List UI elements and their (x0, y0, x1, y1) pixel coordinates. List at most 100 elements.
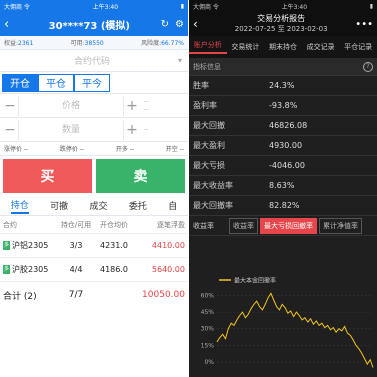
metric-row: 最大回撤率 82.82% (189, 196, 377, 216)
trading-panel: 大佣商 令 上午3:40 ▮ ‹ 30****73 (模拟) ↻ ⚙ 权益:23… (0, 0, 188, 377)
price-plus-button[interactable]: + (124, 98, 140, 114)
curve-return-button[interactable]: 收益率 (229, 217, 258, 234)
long-tag: 多 (3, 241, 10, 250)
qty-input[interactable]: 数量 (18, 119, 124, 140)
row-open-price: 4186.0 (100, 265, 128, 274)
account-title[interactable]: 30****73 (模拟) (18, 17, 161, 32)
metric-value: -93.8% (269, 101, 298, 110)
metric-value: 46826.08 (269, 121, 308, 130)
row-contract: 沪胶2305 (12, 265, 49, 274)
table-row[interactable]: 多沪铝2305 3/3 4231.0 4410.00 (0, 234, 188, 258)
tab-cancellable[interactable]: 可撤 (50, 199, 68, 212)
drawdown-series-line (216, 292, 374, 368)
status-bar: 大佣商 令 上午3:40 ▮ (0, 0, 188, 12)
back-icon[interactable]: ‹ (193, 17, 207, 31)
col-pnl: 逐笔浮盈 (157, 220, 185, 229)
metric-row: 最大亏损 -4046.00 (189, 156, 377, 176)
qty-side-info: -- (144, 125, 149, 133)
report-title-text: 交易分析报告 (257, 14, 306, 23)
col-position: 持仓/可用 (60, 220, 92, 229)
metric-key: 胜率 (193, 81, 209, 90)
y-tick-label: 45% (201, 309, 215, 316)
qty-minus-button[interactable]: − (2, 122, 18, 138)
tab-trade-stats[interactable]: 交易统计 (227, 42, 265, 52)
curve-selector: 收益率 收益率 最大亏损回撤率 累计净值率 (189, 216, 377, 236)
metric-value: 8.63% (269, 181, 295, 190)
col-open-price: 开仓均价 (100, 220, 128, 229)
total-pnl: 10050.00 (142, 290, 185, 300)
status-time: 上午3:40 (281, 3, 308, 11)
tab-close-records[interactable]: 平仓记录 (339, 42, 377, 52)
status-carrier: 大佣商 令 (193, 3, 219, 11)
open-short: 开空 -- (165, 146, 184, 153)
curve-drawdown-button[interactable]: 最大亏损回撤率 (260, 217, 317, 234)
contract-placeholder: 合约代码 (73, 57, 110, 67)
metric-value: 82.82% (269, 201, 300, 210)
refresh-icon[interactable]: ↻ (161, 19, 169, 30)
report-title: 交易分析报告 2022-07-25 至 2023-02-03 (207, 14, 355, 34)
available-info: 可用:38550 (70, 40, 104, 47)
equity-info: 权益:2361 (4, 40, 34, 47)
curve-net-value-button[interactable]: 累计净值率 (319, 217, 362, 234)
mode-close-today[interactable]: 平今 (74, 73, 110, 92)
chevron-down-icon[interactable]: ▾ (178, 56, 182, 65)
limit-up: 涨停价 -- (4, 146, 29, 153)
metric-row: 最大收益率 8.63% (189, 176, 377, 196)
long-tag: 多 (3, 265, 10, 274)
report-tabs: 账户分析 交易统计 期末持仓 成交记录 平仓记录 (189, 36, 377, 58)
position-tabs: 持仓 可撤 成交 委托 自 (0, 196, 188, 216)
tab-orders[interactable]: 委托 (129, 199, 147, 212)
back-icon[interactable]: ‹ (4, 17, 18, 32)
y-tick-label: 15% (201, 342, 215, 349)
total-position: 7/7 (68, 290, 84, 300)
drawdown-chart-svg: 最大本金回撤率 60% 45% 30% 15% 0% (201, 277, 374, 368)
status-time: 上午3:40 (92, 3, 119, 11)
col-contract: 合约 (3, 220, 17, 229)
settings-icon[interactable]: ⚙ (175, 19, 184, 30)
qty-stepper: − 数量 + -- (0, 118, 188, 142)
price-input[interactable]: 价格 (18, 95, 124, 116)
tab-account-analysis[interactable]: 账户分析 (189, 40, 227, 54)
metric-key: 最大盈利 (193, 141, 225, 150)
tab-trades[interactable]: 成交 (89, 199, 107, 212)
contract-input[interactable]: 合约代码 ▾ (0, 50, 188, 72)
y-tick-label: 0% (204, 359, 214, 366)
help-icon[interactable]: ? (363, 61, 373, 72)
mode-open[interactable]: 开仓 (2, 73, 38, 92)
price-minus-button[interactable]: − (2, 98, 18, 114)
tab-end-positions[interactable]: 期末持仓 (264, 42, 302, 52)
metric-value: -4046.00 (269, 161, 305, 170)
account-info-bar: 权益:2361 可用:38550 风险度:66.77% (0, 36, 188, 50)
metric-key: 最大回撤 (193, 121, 225, 130)
tab-positions[interactable]: 持仓 (10, 198, 29, 214)
metric-row: 最大盈利 4930.00 (189, 136, 377, 156)
mode-close[interactable]: 平仓 (38, 73, 74, 92)
qty-plus-button[interactable]: + (124, 122, 140, 138)
tab-trade-records[interactable]: 成交记录 (302, 42, 340, 52)
row-open-price: 4231.0 (100, 241, 128, 250)
buy-button[interactable]: 买 (3, 159, 92, 193)
more-icon[interactable]: ••• (355, 19, 373, 30)
metric-key: 盈利率 (193, 101, 217, 110)
curve-label: 收益率 (193, 221, 214, 230)
report-date-range: 2022-07-25 至 2023-02-03 (234, 25, 328, 33)
tab-more[interactable]: 自 (168, 199, 177, 212)
metric-value: 24.3% (269, 81, 295, 90)
order-mode-group: 开仓 平仓 平今 (0, 72, 188, 94)
metric-key: 最大回撤率 (193, 201, 233, 210)
metric-key: 最大收益率 (193, 181, 233, 190)
table-row[interactable]: 多沪胶2305 4/4 4186.0 5640.00 (0, 258, 188, 282)
sell-button[interactable]: 卖 (96, 159, 185, 193)
report-nav-bar: ‹ 交易分析报告 2022-07-25 至 2023-02-03 ••• (189, 12, 377, 36)
metrics-section-header: 指标信息 ? (189, 58, 377, 76)
limit-down: 跌停价 -- (59, 146, 85, 153)
row-pnl: 4410.00 (151, 241, 185, 250)
metric-key: 最大亏损 (193, 161, 225, 170)
risk-info: 风险度:66.77% (141, 40, 184, 47)
status-bar: 大佣商 令 上午3:40 ▮ (189, 0, 377, 12)
battery-icon: ▮ (180, 2, 184, 10)
metric-row: 盈利率 -93.8% (189, 96, 377, 116)
price-side-info: -- -- (144, 97, 149, 113)
open-long: 开多 -- (115, 146, 135, 153)
analysis-panel: 大佣商 令 上午3:40 ▮ ‹ 交易分析报告 2022-07-25 至 202… (189, 0, 377, 377)
